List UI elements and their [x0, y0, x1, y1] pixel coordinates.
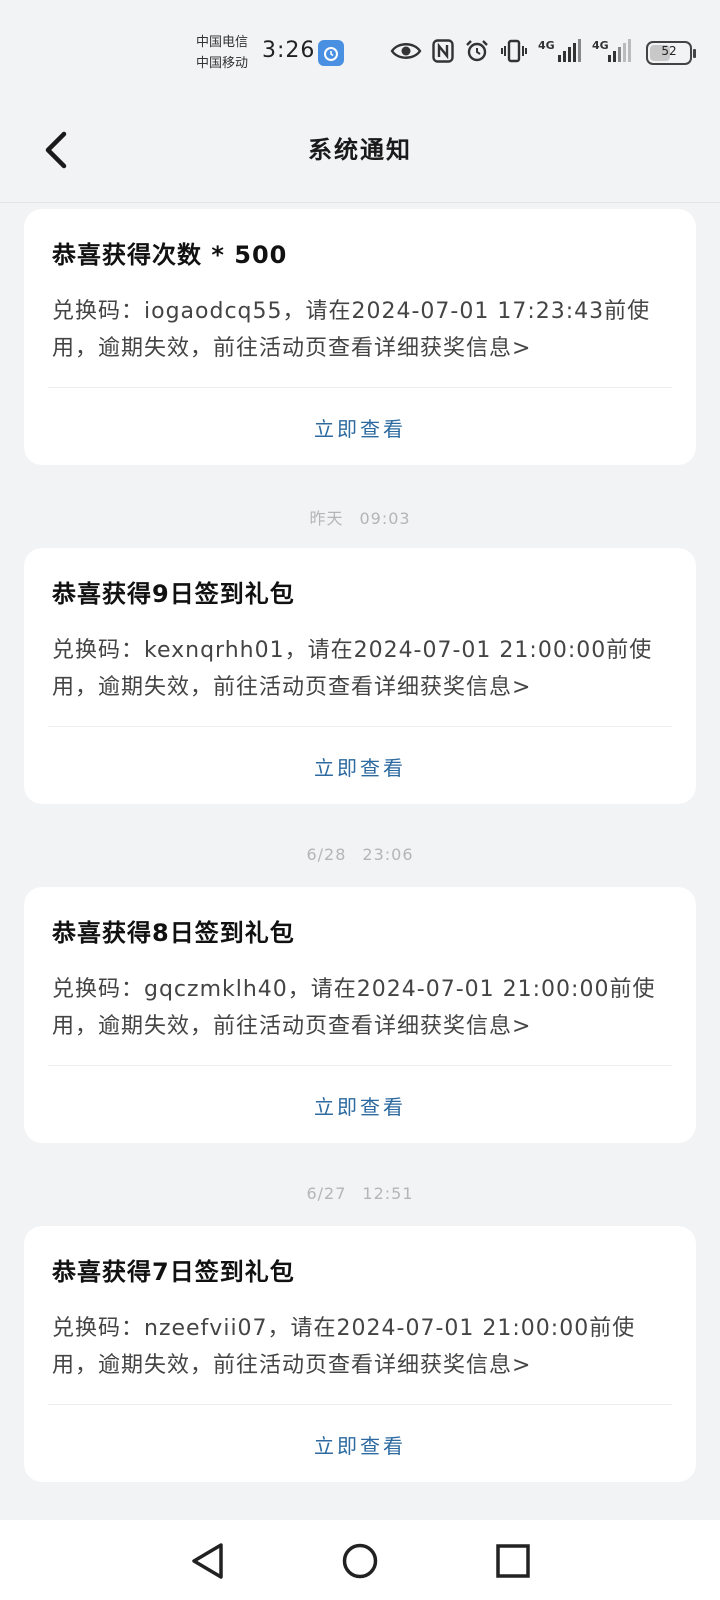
timestamp: 昨天 09:03	[0, 505, 720, 529]
notification-title: 恭喜获得7日签到礼包	[52, 1258, 295, 1286]
status-icons: 4G 4G 52	[390, 38, 696, 68]
triangle-back-icon	[192, 1543, 223, 1579]
timestamp: 6/27 12:51	[0, 1184, 720, 1203]
notification-card: 恭喜获得7日签到礼包 兑换码：nzeefvii07，请在2024-07-01 2…	[24, 1226, 696, 1482]
square-recents-icon	[496, 1544, 530, 1578]
notification-card: 恭喜获得次数 * 500 兑换码：iogaodcq55，请在2024-07-01…	[24, 209, 696, 465]
system-nav-bar	[0, 1520, 720, 1600]
card-divider	[48, 1065, 672, 1066]
eye-icon	[390, 40, 422, 66]
notification-body[interactable]: 兑换码：kexnqrhh01，请在2024-07-01 21:00:00前使用，…	[52, 632, 672, 706]
card-divider	[48, 726, 672, 727]
notification-card: 恭喜获得9日签到礼包 兑换码：kexnqrhh01，请在2024-07-01 2…	[24, 548, 696, 804]
carrier-1: 中国电信	[196, 35, 249, 50]
notification-title: 恭喜获得次数 * 500	[52, 241, 288, 269]
notification-body[interactable]: 兑换码：gqczmklh40，请在2024-07-01 21:00:00前使用，…	[52, 971, 672, 1045]
vibrate-icon	[500, 39, 528, 67]
carrier-labels: 中国电信 中国移动	[196, 32, 248, 74]
notification-title: 恭喜获得8日签到礼包	[52, 919, 295, 947]
notification-card: 恭喜获得8日签到礼包 兑换码：gqczmklh40，请在2024-07-01 2…	[24, 887, 696, 1143]
view-now-button[interactable]: 立即查看	[24, 1085, 696, 1129]
status-bar: 中国电信 中国移动 3:26 4G 4G 52	[0, 0, 720, 100]
app-header: 系统通知	[0, 100, 720, 203]
nav-back-button[interactable]	[182, 1536, 232, 1586]
nav-recents-button[interactable]	[488, 1536, 538, 1586]
card-divider	[48, 1404, 672, 1405]
notification-title: 恭喜获得9日签到礼包	[52, 580, 295, 608]
battery-level: 52	[661, 44, 677, 58]
notification-body[interactable]: 兑换码：iogaodcq55，请在2024-07-01 17:23:43前使用，…	[52, 293, 672, 367]
timestamp-day: 6/28	[306, 845, 347, 864]
timestamp: 6/28 23:06	[0, 845, 720, 864]
card-divider	[48, 387, 672, 388]
battery-icon: 52	[646, 41, 696, 65]
status-time: 3:26	[262, 38, 316, 63]
timestamp-day: 6/27	[306, 1184, 347, 1203]
timestamp-day: 昨天	[309, 509, 344, 528]
timestamp-time: 12:51	[362, 1184, 414, 1203]
notification-body[interactable]: 兑换码：nzeefvii07，请在2024-07-01 21:00:00前使用，…	[52, 1310, 672, 1384]
view-now-button[interactable]: 立即查看	[24, 1424, 696, 1468]
alarm-icon	[464, 39, 490, 67]
signal-2-icon: 4G	[592, 38, 632, 68]
page-title: 系统通知	[308, 136, 412, 164]
view-now-button[interactable]: 立即查看	[24, 407, 696, 451]
network-type-2: 4G	[592, 39, 609, 52]
network-type-1: 4G	[538, 39, 555, 52]
nfc-icon	[432, 39, 454, 67]
view-now-button[interactable]: 立即查看	[24, 746, 696, 790]
clock-app-icon	[318, 40, 344, 66]
signal-1-icon: 4G	[538, 38, 582, 68]
timestamp-time: 23:06	[362, 845, 414, 864]
nav-home-button[interactable]	[335, 1536, 385, 1586]
carrier-2: 中国移动	[196, 56, 249, 71]
timestamp-time: 09:03	[359, 509, 411, 528]
circle-home-icon	[342, 1543, 378, 1579]
